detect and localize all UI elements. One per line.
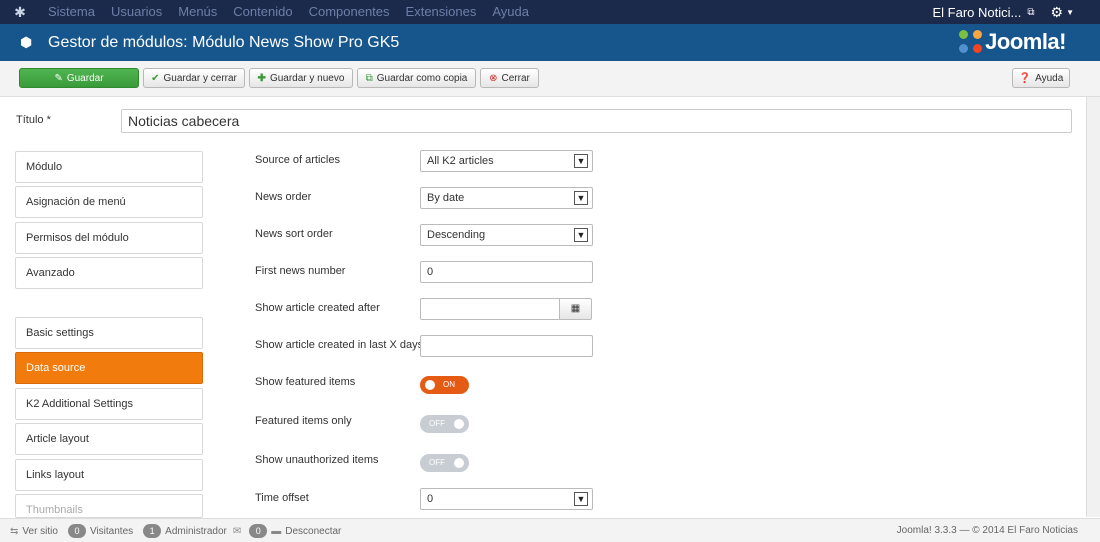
messages-badge: 0 <box>249 524 268 538</box>
menu-menus[interactable]: Menús <box>170 0 225 24</box>
time-offset-label: Time offset <box>255 492 309 504</box>
close-button[interactable]: ⊗ Cerrar <box>480 68 539 88</box>
featured-only-toggle[interactable]: OFF <box>420 415 469 433</box>
menu-usuarios[interactable]: Usuarios <box>103 0 170 24</box>
joomla-icon[interactable]: ✱ <box>0 0 40 24</box>
view-site-link[interactable]: Ver sitio <box>22 526 58 537</box>
joomla-logo-text: Joomla! <box>985 29 1066 54</box>
plus-icon: ✚ <box>257 72 266 84</box>
scrollbar[interactable] <box>1086 97 1100 517</box>
toolbar: ✎ Guardar ✔ Guardar y cerrar ✚ Guardar y nu… <box>0 61 1100 97</box>
order-label: News order <box>255 191 312 203</box>
site-name-link[interactable]: El Faro Notici... <box>933 5 1028 20</box>
first-news-input[interactable]: 0 <box>420 261 593 283</box>
source-select[interactable]: All K2 articles ▼ <box>420 150 593 172</box>
joomla-logo: Joomla! <box>959 28 1066 56</box>
tab-links-layout[interactable]: Links layout <box>15 459 203 491</box>
last-x-days-input[interactable] <box>420 335 593 357</box>
joomla-logo-mark <box>959 30 983 54</box>
menu-sistema[interactable]: Sistema <box>40 0 103 24</box>
envelope-icon[interactable]: ✉ <box>233 526 241 537</box>
tab-thumbnails[interactable]: Thumbnails <box>15 494 203 518</box>
title-input[interactable]: Noticias cabecera <box>121 109 1072 133</box>
visitors-badge: 0 <box>67 524 86 538</box>
chevron-down-icon: ▼ <box>574 154 588 168</box>
check-icon: ✔ <box>151 72 160 84</box>
gear-icon[interactable]: ⚙ ▼ <box>1051 4 1074 21</box>
cube-icon: ⬢ <box>20 34 33 50</box>
save-new-button[interactable]: ✚ Guardar y nuevo <box>249 68 353 88</box>
menu-extensiones[interactable]: Extensiones <box>398 0 485 24</box>
help-button[interactable]: ❓ Ayuda <box>1012 68 1070 88</box>
tab-permisos[interactable]: Permisos del módulo <box>15 222 203 254</box>
menu-contenido[interactable]: Contenido <box>225 0 300 24</box>
view-site-icon: ⇆ <box>10 525 19 537</box>
show-featured-toggle[interactable]: ON <box>420 376 469 394</box>
toggle-knob <box>425 380 435 390</box>
last-x-days-label: Show article created in last X days <box>255 339 424 351</box>
menu-ayuda[interactable]: Ayuda <box>484 0 537 24</box>
calendar-icon[interactable]: ▦ <box>559 298 592 320</box>
close-icon: ⊗ <box>489 72 498 84</box>
source-label: Source of articles <box>255 154 340 166</box>
question-icon: ❓ <box>1018 72 1032 84</box>
visitors-label: Visitantes <box>89 525 134 537</box>
time-offset-select[interactable]: 0 ▼ <box>420 488 593 510</box>
save-close-button[interactable]: ✔ Guardar y cerrar <box>143 68 245 88</box>
status-bar: ⇆ Ver sitio 0 Visitantes 1 Administrador… <box>0 518 1100 542</box>
featured-only-label: Featured items only <box>255 415 352 427</box>
chevron-down-icon: ▼ <box>574 191 588 205</box>
minus-icon: ▬ <box>271 525 282 537</box>
save-copy-button[interactable]: ⧉ Guardar como copia <box>357 68 476 88</box>
created-after-label: Show article created after <box>255 302 380 314</box>
unauthorized-toggle[interactable]: OFF <box>420 454 469 472</box>
toggle-knob <box>454 419 464 429</box>
menu-componentes[interactable]: Componentes <box>301 0 398 24</box>
sort-select[interactable]: Descending ▼ <box>420 224 593 246</box>
first-news-label: First news number <box>255 265 346 277</box>
order-select[interactable]: By date ▼ <box>420 187 593 209</box>
tab-asignacion-menu[interactable]: Asignación de menú <box>15 186 203 218</box>
tab-data-source[interactable]: Data source <box>15 352 203 384</box>
sort-label: News sort order <box>255 228 333 240</box>
caret-down-icon: ▼ <box>1066 8 1074 18</box>
copy-icon: ⧉ <box>365 72 373 84</box>
created-after-input[interactable] <box>420 298 560 320</box>
title-label: Título * <box>16 114 51 126</box>
page-header: ⬢ Gestor de módulos: Módulo News Show Pr… <box>0 24 1100 61</box>
unauthorized-label: Show unauthorized items <box>255 454 379 466</box>
external-link-icon[interactable]: ⧉ <box>1027 7 1034 18</box>
show-featured-label: Show featured items <box>255 376 356 388</box>
tab-avanzado[interactable]: Avanzado <box>15 257 203 289</box>
edit-icon: ✎ <box>54 72 63 84</box>
admin-label: Administrador <box>165 525 227 537</box>
logout-link[interactable]: Desconectar <box>285 526 341 537</box>
footer-copyright: Joomla! 3.3.3 — © 2014 El Faro Noticias <box>896 525 1078 536</box>
chevron-down-icon: ▼ <box>574 228 588 242</box>
tab-basic-settings[interactable]: Basic settings <box>15 317 203 349</box>
page-title: Gestor de módulos: Módulo News Show Pro … <box>48 34 400 51</box>
tab-modulo[interactable]: Módulo <box>15 151 203 183</box>
toggle-knob <box>454 458 464 468</box>
tab-k2-additional[interactable]: K2 Additional Settings <box>15 388 203 420</box>
chevron-down-icon: ▼ <box>574 492 588 506</box>
tab-article-layout[interactable]: Article layout <box>15 423 203 455</box>
top-navbar: ✱ Sistema Usuarios Menús Contenido Compo… <box>0 0 1100 24</box>
save-button[interactable]: ✎ Guardar <box>19 68 139 88</box>
admin-badge: 1 <box>143 524 162 538</box>
